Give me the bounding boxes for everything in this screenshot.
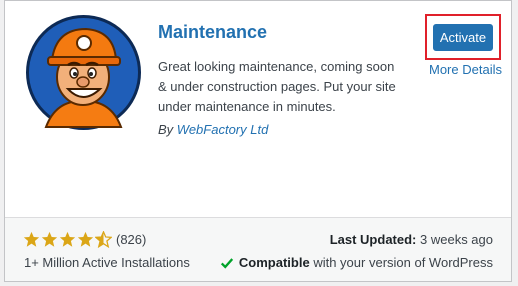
star-half-icon xyxy=(95,231,112,248)
star-full-icon xyxy=(41,231,58,247)
compatible-text: with your version of WordPress xyxy=(313,255,493,270)
activate-button[interactable]: Activate xyxy=(433,24,493,51)
author-prefix: By xyxy=(158,122,174,137)
plugin-description: Great looking maintenance, coming soon &… xyxy=(158,59,396,114)
plugin-card: Maintenance Great looking maintenance, c… xyxy=(4,0,512,282)
checkmark-icon xyxy=(220,257,234,269)
plugin-author: By WebFactory Ltd xyxy=(158,122,268,137)
rating-count: (826) xyxy=(116,232,147,247)
star-full-icon xyxy=(77,231,94,247)
more-details-link[interactable]: More Details xyxy=(429,62,502,77)
compatible-label: Compatible xyxy=(238,255,310,270)
plugin-title-link[interactable]: Maintenance xyxy=(158,22,267,43)
compatibility: Compatible with your version of WordPres… xyxy=(220,255,493,270)
last-updated: Last Updated: 3 weeks ago xyxy=(330,232,493,247)
author-link[interactable]: WebFactory Ltd xyxy=(177,122,269,137)
activate-highlight: Activate xyxy=(425,14,501,60)
last-updated-label: Last Updated: xyxy=(329,232,417,247)
active-installs: 1+ Million Active Installations xyxy=(24,255,190,270)
plugin-card-top: Maintenance Great looking maintenance, c… xyxy=(5,1,511,217)
star-full-icon xyxy=(23,231,40,247)
star-full-icon xyxy=(59,231,76,247)
last-updated-value: 3 weeks ago xyxy=(420,232,493,247)
plugin-mascot-icon[interactable] xyxy=(26,15,141,130)
star-rating: (826) xyxy=(23,231,146,248)
plugin-card-bottom: (826) 1+ Million Active Installations La… xyxy=(5,217,511,281)
